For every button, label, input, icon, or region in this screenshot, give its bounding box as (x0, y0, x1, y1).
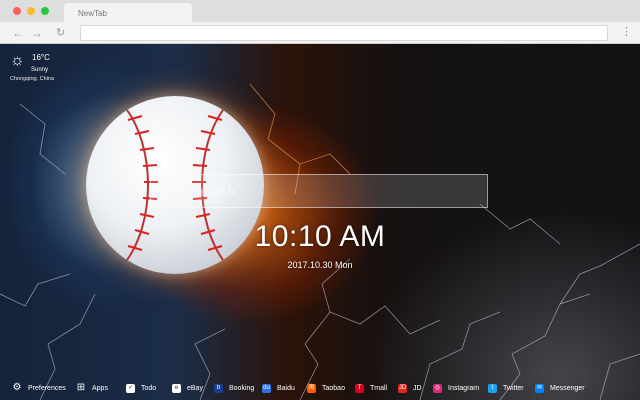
clock-time: 10:10 AM (254, 220, 386, 253)
shortcut-tmall[interactable]: T Tmall (355, 377, 387, 399)
apps-grid-icon: ⊞ (76, 382, 86, 393)
todo-check-icon: ✓ (126, 383, 135, 393)
jd-icon: JD (398, 383, 407, 393)
tmall-icon: T (355, 383, 364, 393)
twitter-icon: t (488, 383, 497, 393)
shortcut-label: JD (413, 384, 422, 392)
clock-date: 2017.10.30 Mon (287, 260, 353, 270)
shortcut-jd[interactable]: JD JD (398, 377, 422, 399)
shortcut-twitter[interactable]: t Twitter (488, 377, 524, 399)
baidu-icon: du (262, 383, 271, 393)
taobao-icon: 淘 (307, 383, 316, 393)
address-bar[interactable] (80, 25, 608, 41)
weather-condition: Sunny (31, 67, 49, 73)
new-tab-page: ☼ 16°C Sunny Chongqing, China 10:10 AM 2… (0, 44, 640, 400)
apps-label: Apps (92, 384, 108, 392)
preferences-label: Preferences (28, 384, 66, 392)
instagram-icon: ◎ (433, 383, 442, 393)
bottom-shortcut-bar: ⚙ Preferences ⊞ Apps ✓ Todo e eBay b Booking d… (0, 377, 640, 399)
shortcut-ebay[interactable]: e eBay (172, 377, 203, 399)
temperature: 16°C (32, 53, 50, 62)
shortcut-label: Todo (141, 384, 157, 392)
preferences-button[interactable]: ⚙ Preferences (12, 377, 66, 399)
shortcut-taobao[interactable]: 淘 Taobao (307, 377, 345, 399)
tab-title: NewTab (78, 9, 107, 18)
shortcut-label: Twitter (503, 384, 524, 392)
ebay-icon: e (172, 383, 181, 393)
shortcut-messenger[interactable]: ✉ Messenger (535, 377, 585, 399)
maximize-window-button[interactable] (41, 7, 49, 15)
shortcut-label: Tmall (370, 384, 388, 392)
apps-button[interactable]: ⊞ Apps (76, 377, 108, 399)
shortcut-booking[interactable]: b Booking (214, 377, 254, 399)
minimize-window-button[interactable] (27, 7, 35, 15)
browser-toolbar: ← → ↻ ⋮ (0, 22, 640, 44)
menu-icon[interactable]: ⋮ (621, 24, 632, 40)
browser-tab[interactable]: NewTab (64, 3, 192, 22)
shortcut-todo[interactable]: ✓ Todo (126, 377, 156, 399)
shortcut-label: eBay (187, 384, 203, 392)
back-arrow-icon[interactable]: ← (12, 25, 24, 41)
shortcut-label: Booking (229, 384, 255, 392)
shortcut-instagram[interactable]: ◎ Instagram (433, 377, 479, 399)
reload-icon[interactable]: ↻ (56, 25, 65, 41)
shortcut-label: Instagram (448, 384, 480, 392)
shortcut-label: Messenger (550, 384, 585, 392)
shortcut-label: Baidu (277, 384, 295, 392)
sun-icon: ☼ (10, 52, 25, 69)
shortcut-baidu[interactable]: du Baidu (262, 377, 295, 399)
close-window-button[interactable] (13, 7, 21, 15)
shortcut-label: Taobao (322, 384, 345, 392)
forward-arrow-icon[interactable]: → (31, 25, 43, 41)
gear-icon: ⚙ (12, 382, 22, 393)
browser-titlebar: NewTab (0, 0, 640, 22)
booking-icon: b (214, 383, 223, 393)
weather-location: Chongqing, China (10, 76, 55, 82)
search-box[interactable] (150, 174, 488, 208)
messenger-icon: ✉ (535, 383, 544, 393)
search-input[interactable] (151, 175, 487, 207)
